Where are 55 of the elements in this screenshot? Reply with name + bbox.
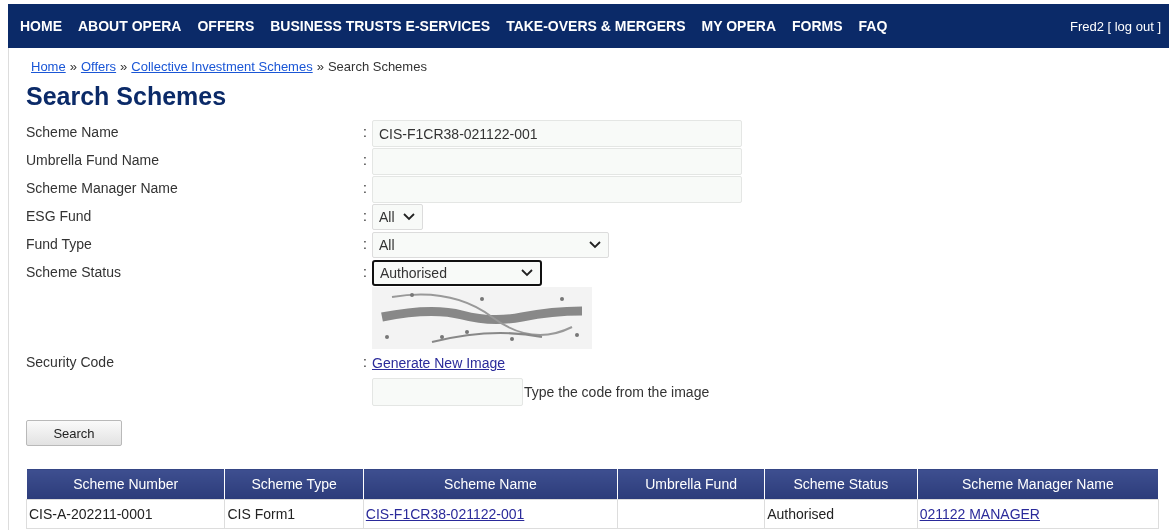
- field-label: Security Code: [26, 353, 115, 372]
- colon: :: [363, 123, 368, 140]
- breadcrumb-separator: »: [69, 59, 77, 74]
- dropdown[interactable]: Authorised: [372, 260, 542, 286]
- chevron-icon: [403, 213, 415, 221]
- field-label: ESG Fund: [26, 207, 93, 226]
- colon: :: [363, 263, 368, 280]
- field-label: Scheme Status: [26, 263, 122, 282]
- colon: :: [363, 235, 368, 252]
- nav-link[interactable]: TAKE-OVERS & MERGERS: [506, 18, 686, 34]
- field-label: Fund Type: [26, 235, 93, 254]
- input-field[interactable]: CIS-F1CR38-021122-001: [372, 119, 742, 147]
- colon: :: [363, 353, 368, 370]
- nav-link[interactable]: FORMS: [792, 18, 843, 34]
- input-field[interactable]: [372, 147, 742, 175]
- column-header: Scheme Manager Name: [917, 468, 1159, 500]
- page-title: Search Schemes: [26, 82, 228, 111]
- breadcrumb-current: Search Schemes: [327, 59, 427, 74]
- field-label: Scheme Name: [26, 123, 120, 142]
- table-cell: CIS Form1: [225, 499, 364, 529]
- field-hint: Type the code from the image: [524, 384, 710, 400]
- chevron-icon: [521, 269, 533, 277]
- colon: :: [363, 151, 368, 168]
- colon: :: [363, 207, 368, 224]
- table-cell: CIS-A-202211-0001: [26, 499, 225, 529]
- chevron-icon: [589, 241, 601, 249]
- table-link[interactable]: CIS-F1CR38-021122-001: [365, 506, 525, 522]
- generate-image-link[interactable]: Generate New Image: [372, 355, 506, 371]
- nav-link[interactable]: FAQ: [858, 18, 888, 34]
- breadcrumb-link[interactable]: Offers: [80, 59, 117, 74]
- column-header: Scheme Number: [26, 468, 225, 500]
- table-cell: Authorised: [764, 499, 918, 529]
- breadcrumb-separator: »: [316, 59, 324, 74]
- nav-link[interactable]: ABOUT OPERA: [78, 18, 182, 34]
- table-link[interactable]: 021122 MANAGER: [919, 506, 1040, 522]
- dropdown[interactable]: All: [372, 204, 423, 230]
- nav-link[interactable]: MY OPERA: [701, 18, 776, 34]
- field-label: Umbrella Fund Name: [26, 151, 161, 170]
- breadcrumb-separator: »: [120, 59, 128, 74]
- column-header: Scheme Status: [764, 468, 918, 500]
- breadcrumb-link[interactable]: Collective Investment Schemes: [131, 59, 313, 74]
- column-header: Umbrella Fund: [617, 468, 765, 500]
- colon: :: [363, 179, 368, 196]
- field-label: Scheme Manager Name: [26, 179, 179, 198]
- nav-link[interactable]: OFFERS: [197, 18, 255, 34]
- nav-link[interactable]: BUSINESS TRUSTS E-SERVICES: [270, 18, 491, 34]
- nav-link[interactable]: HOME: [20, 18, 62, 34]
- column-header: Scheme Name: [363, 468, 618, 500]
- security-code-field[interactable]: [372, 378, 523, 406]
- input-field[interactable]: [372, 175, 742, 203]
- column-header: Scheme Type: [225, 468, 364, 500]
- breadcrumb-link[interactable]: Home: [31, 59, 66, 74]
- user-logout-link[interactable]: Fred2 [ log out ]: [1069, 18, 1161, 34]
- dropdown[interactable]: All: [372, 232, 609, 258]
- search-button[interactable]: Search: [26, 420, 122, 446]
